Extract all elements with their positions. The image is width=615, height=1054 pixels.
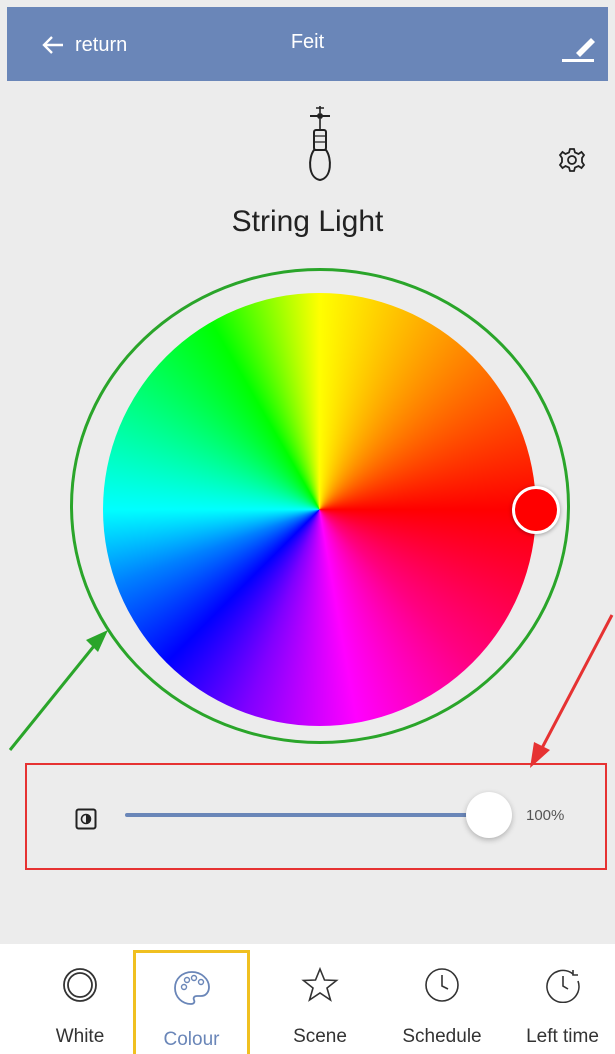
edit-button[interactable] <box>558 27 598 67</box>
app-header: return Feit <box>7 7 608 81</box>
gear-icon[interactable] <box>558 146 586 174</box>
tab-label: Schedule <box>402 1026 482 1047</box>
page-title: Feit <box>290 31 325 53</box>
brightness-icon <box>75 808 97 830</box>
annotation-arrow-green <box>8 630 108 751</box>
brightness-value: 100% <box>526 807 565 824</box>
edit-pencil-icon <box>562 38 595 62</box>
palette-icon <box>173 971 210 1005</box>
tab-colour[interactable]: Colour <box>133 950 250 1054</box>
color-wheel[interactable] <box>103 293 536 726</box>
timer-icon <box>545 969 580 1003</box>
brightness-slider-thumb[interactable] <box>466 792 512 838</box>
tab-schedule[interactable]: Schedule <box>392 944 492 1054</box>
tab-label: Left time <box>526 1026 599 1047</box>
tab-left-time[interactable]: Left time <box>510 944 615 1054</box>
bottom-tab-bar: White Colour Scene Schedule Left time <box>0 944 615 1054</box>
device-name: String Light <box>231 205 384 238</box>
tab-label: White <box>55 1026 105 1047</box>
clock-icon <box>425 968 459 1002</box>
tab-white[interactable]: White <box>30 944 130 1054</box>
ring-icon <box>63 968 97 1002</box>
annotation-arrow-red <box>530 614 614 768</box>
tab-label: Scene <box>293 1026 347 1047</box>
star-icon <box>301 967 339 1002</box>
color-wheel-thumb[interactable] <box>512 486 560 534</box>
tab-label: Colour <box>163 1029 220 1050</box>
string-light-bulb-icon <box>309 106 331 182</box>
tab-scene[interactable]: Scene <box>270 944 370 1054</box>
brightness-slider-track[interactable] <box>125 813 490 817</box>
